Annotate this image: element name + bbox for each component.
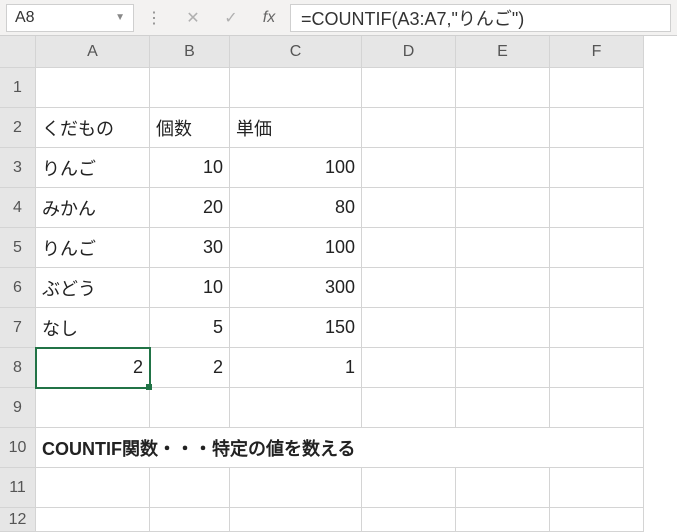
cell-D5[interactable] xyxy=(362,228,456,268)
dots-icon[interactable]: ⋮ xyxy=(142,5,168,31)
cell-D7[interactable] xyxy=(362,308,456,348)
cell-B12[interactable] xyxy=(150,508,230,532)
column-header-F[interactable]: F xyxy=(550,36,644,68)
cell-E8[interactable] xyxy=(456,348,550,388)
formula-text: =COUNTIF(A3:A7,"りんご") xyxy=(301,5,524,31)
cell-B6[interactable]: 10 xyxy=(150,268,230,308)
column-header-A[interactable]: A xyxy=(36,36,150,68)
row-header-10[interactable]: 10 xyxy=(0,428,36,468)
spreadsheet-grid[interactable]: ABCDEF12くだもの個数単価3りんご101004みかん20805りんご301… xyxy=(0,36,677,532)
cell-D4[interactable] xyxy=(362,188,456,228)
cell-C7[interactable]: 150 xyxy=(230,308,362,348)
row-header-5[interactable]: 5 xyxy=(0,228,36,268)
row-header-8[interactable]: 8 xyxy=(0,348,36,388)
cell-E7[interactable] xyxy=(456,308,550,348)
cell-E3[interactable] xyxy=(456,148,550,188)
cell-C6[interactable]: 300 xyxy=(230,268,362,308)
row-header-11[interactable]: 11 xyxy=(0,468,36,508)
cell-C3[interactable]: 100 xyxy=(230,148,362,188)
cell-F3[interactable] xyxy=(550,148,644,188)
cell-B5[interactable]: 30 xyxy=(150,228,230,268)
cell-E12[interactable] xyxy=(456,508,550,532)
cell-D3[interactable] xyxy=(362,148,456,188)
cell-C11[interactable] xyxy=(230,468,362,508)
column-header-C[interactable]: C xyxy=(230,36,362,68)
cell-C4[interactable]: 80 xyxy=(230,188,362,228)
cell-C1[interactable] xyxy=(230,68,362,108)
row-header-7[interactable]: 7 xyxy=(0,308,36,348)
cell-E2[interactable] xyxy=(456,108,550,148)
fx-icon[interactable]: fx xyxy=(256,5,282,31)
chevron-down-icon[interactable]: ▼ xyxy=(115,12,125,23)
cell-B4[interactable]: 20 xyxy=(150,188,230,228)
name-box-value: A8 xyxy=(15,9,35,27)
cell-F2[interactable] xyxy=(550,108,644,148)
cell-E6[interactable] xyxy=(456,268,550,308)
cell-D9[interactable] xyxy=(362,388,456,428)
cell-A6[interactable]: ぶどう xyxy=(36,268,150,308)
cell-C12[interactable] xyxy=(230,508,362,532)
cell-B2[interactable]: 個数 xyxy=(150,108,230,148)
column-header-D[interactable]: D xyxy=(362,36,456,68)
cell-D12[interactable] xyxy=(362,508,456,532)
cell-A1[interactable] xyxy=(36,68,150,108)
cell-D1[interactable] xyxy=(362,68,456,108)
cell-B3[interactable]: 10 xyxy=(150,148,230,188)
select-all-corner[interactable] xyxy=(0,36,36,68)
cell-B7[interactable]: 5 xyxy=(150,308,230,348)
cell-F4[interactable] xyxy=(550,188,644,228)
cell-A10[interactable]: COUNTIF関数・・・特定の値を数える xyxy=(36,428,644,468)
cell-C8[interactable]: 1 xyxy=(230,348,362,388)
row-header-4[interactable]: 4 xyxy=(0,188,36,228)
column-header-B[interactable]: B xyxy=(150,36,230,68)
cell-E1[interactable] xyxy=(456,68,550,108)
cell-B8[interactable]: 2 xyxy=(150,348,230,388)
cell-D2[interactable] xyxy=(362,108,456,148)
cell-A4[interactable]: みかん xyxy=(36,188,150,228)
cell-A7[interactable]: なし xyxy=(36,308,150,348)
cell-A9[interactable] xyxy=(36,388,150,428)
formula-bar: A8 ▼ ⋮ ✕ ✓ fx =COUNTIF(A3:A7,"りんご") xyxy=(0,0,677,36)
cell-B9[interactable] xyxy=(150,388,230,428)
enter-icon[interactable]: ✓ xyxy=(218,5,244,31)
cell-B1[interactable] xyxy=(150,68,230,108)
cell-A8[interactable]: 2 xyxy=(36,348,150,388)
row-header-2[interactable]: 2 xyxy=(0,108,36,148)
cell-E9[interactable] xyxy=(456,388,550,428)
cell-A3[interactable]: りんご xyxy=(36,148,150,188)
cell-F1[interactable] xyxy=(550,68,644,108)
cell-C9[interactable] xyxy=(230,388,362,428)
cell-F9[interactable] xyxy=(550,388,644,428)
formula-input[interactable]: =COUNTIF(A3:A7,"りんご") xyxy=(290,4,671,32)
cell-F11[interactable] xyxy=(550,468,644,508)
cell-E4[interactable] xyxy=(456,188,550,228)
cell-F6[interactable] xyxy=(550,268,644,308)
formula-buttons: ⋮ ✕ ✓ fx xyxy=(142,5,282,31)
row-header-12[interactable]: 12 xyxy=(0,508,36,532)
cell-E11[interactable] xyxy=(456,468,550,508)
cell-B11[interactable] xyxy=(150,468,230,508)
cell-F8[interactable] xyxy=(550,348,644,388)
cell-F12[interactable] xyxy=(550,508,644,532)
cell-A5[interactable]: りんご xyxy=(36,228,150,268)
cell-A12[interactable] xyxy=(36,508,150,532)
cell-D11[interactable] xyxy=(362,468,456,508)
row-header-9[interactable]: 9 xyxy=(0,388,36,428)
cell-C5[interactable]: 100 xyxy=(230,228,362,268)
cell-F7[interactable] xyxy=(550,308,644,348)
cell-D6[interactable] xyxy=(362,268,456,308)
row-header-1[interactable]: 1 xyxy=(0,68,36,108)
cell-F5[interactable] xyxy=(550,228,644,268)
cell-A2[interactable]: くだもの xyxy=(36,108,150,148)
column-header-E[interactable]: E xyxy=(456,36,550,68)
cell-A11[interactable] xyxy=(36,468,150,508)
cell-E5[interactable] xyxy=(456,228,550,268)
name-box[interactable]: A8 ▼ xyxy=(6,4,134,32)
cell-C2[interactable]: 単価 xyxy=(230,108,362,148)
row-header-3[interactable]: 3 xyxy=(0,148,36,188)
row-header-6[interactable]: 6 xyxy=(0,268,36,308)
cancel-icon[interactable]: ✕ xyxy=(180,5,206,31)
cell-D8[interactable] xyxy=(362,348,456,388)
